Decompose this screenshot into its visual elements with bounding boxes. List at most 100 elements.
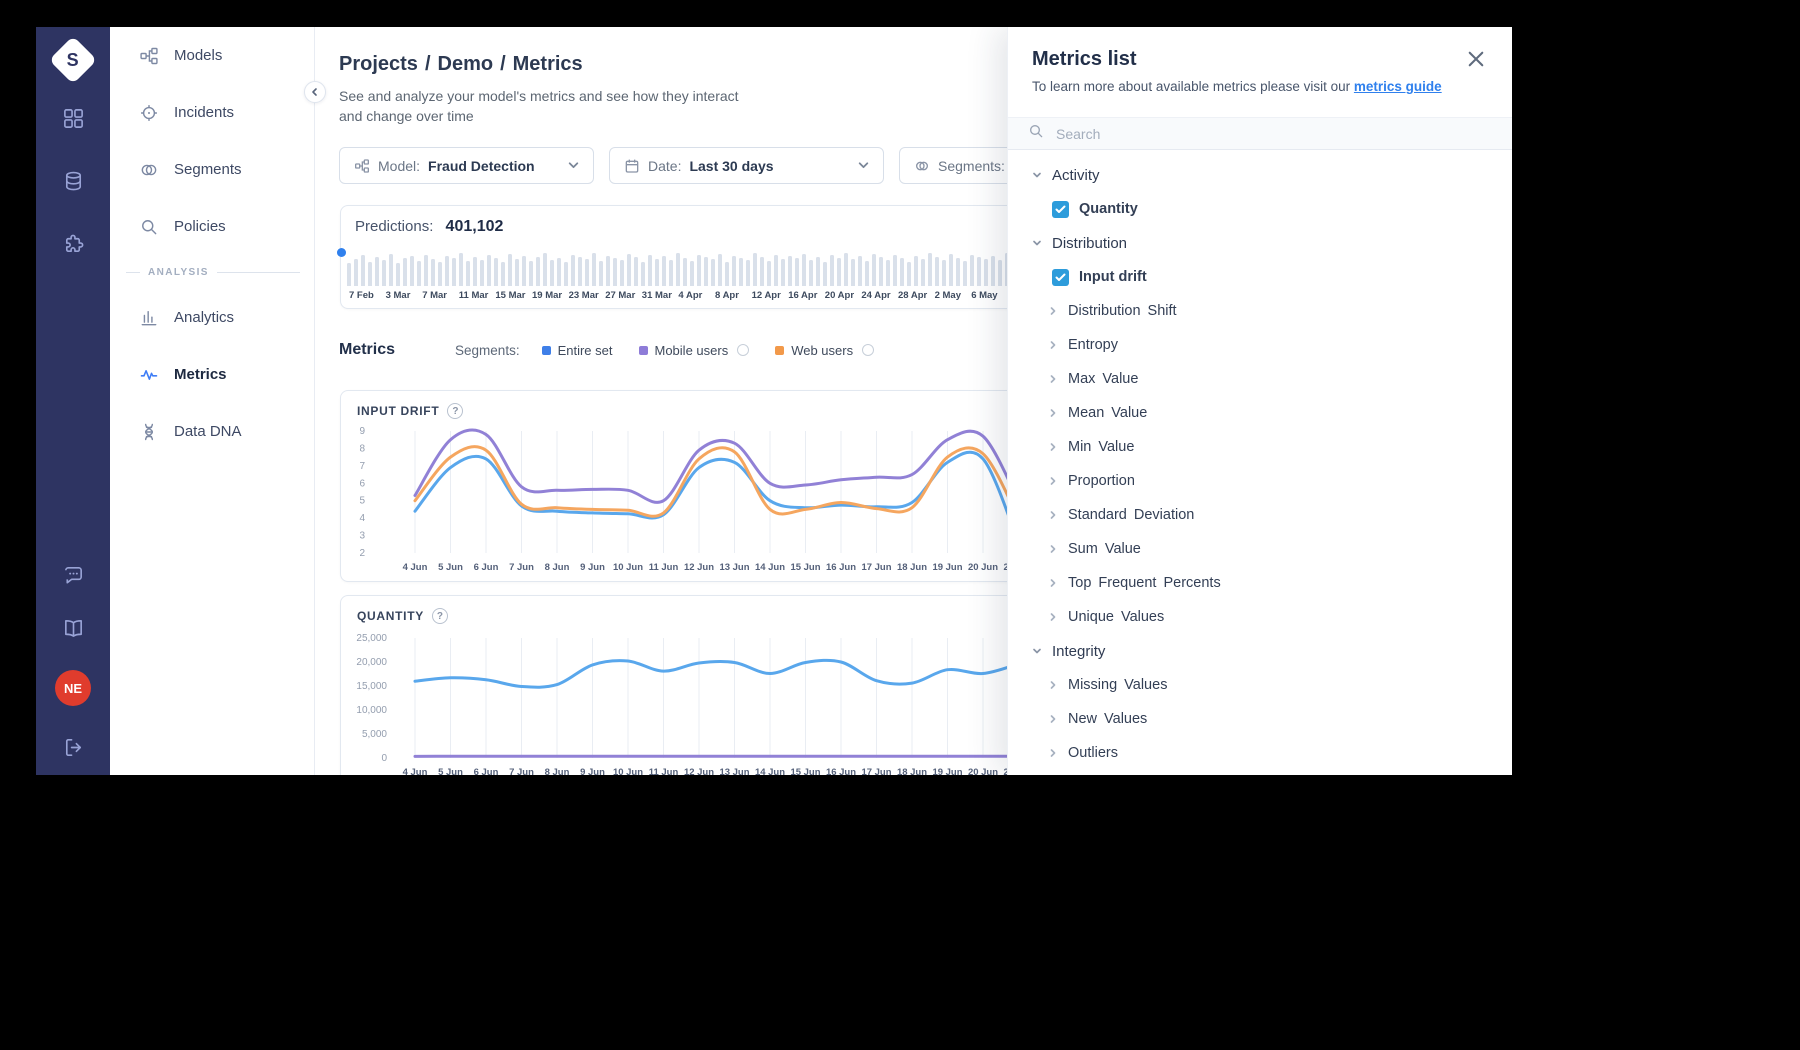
metric-item-input-drift[interactable]: Input drift (1008, 260, 1512, 294)
prediction-bar (389, 254, 393, 286)
chevron-down-icon (1033, 172, 1041, 178)
close-icon[interactable] (1464, 47, 1488, 71)
svg-text:4: 4 (359, 513, 365, 524)
legend-item-mobile-users[interactable]: Mobile users (638, 343, 750, 358)
metric-item-outliers[interactable]: Outliers (1008, 736, 1512, 770)
svg-text:15,000: 15,000 (356, 681, 387, 692)
help-icon[interactable] (431, 608, 448, 624)
metric-item-activity[interactable]: Activity (1008, 158, 1512, 192)
chevron-right-icon (1050, 715, 1056, 723)
model-icon (354, 158, 370, 174)
prediction-bar (522, 256, 526, 286)
dna-icon (138, 422, 160, 442)
sidebar-collapse-button[interactable] (304, 81, 326, 103)
metric-label: Outliers (1068, 745, 1118, 761)
metric-item-distribution[interactable]: Distribution (1008, 226, 1512, 260)
svg-text:12 Jun: 12 Jun (684, 767, 714, 775)
prediction-bar (578, 257, 582, 286)
puzzle-icon[interactable] (62, 233, 85, 256)
prediction-bar (606, 256, 610, 286)
breadcrumb-projects[interactable]: Projects (339, 53, 418, 75)
prediction-bar (697, 255, 701, 286)
metric-item-missing-values[interactable]: Missing Values (1008, 668, 1512, 702)
date-tick-label: 27 Mar (605, 290, 636, 301)
segment-ring-icon[interactable] (737, 344, 750, 356)
svg-text:9 Jun: 9 Jun (580, 562, 605, 573)
prediction-bar (403, 258, 407, 286)
prediction-bar (564, 262, 568, 286)
sidebar-item-data-dna[interactable]: Data DNA (110, 403, 314, 460)
prediction-bar (802, 254, 806, 286)
checkbox-checked[interactable] (1052, 268, 1069, 286)
prediction-bar (347, 263, 351, 286)
sidebar-item-analytics[interactable]: Analytics (110, 289, 314, 346)
prediction-bar (872, 254, 876, 286)
date-filter-dropdown[interactable]: Date: Last 30 days (609, 147, 884, 184)
metric-item-unique-values[interactable]: Unique Values (1008, 600, 1512, 634)
prediction-bar (508, 254, 512, 286)
metric-item-mean-value[interactable]: Mean Value (1008, 396, 1512, 430)
svg-text:10,000: 10,000 (356, 705, 387, 716)
svg-text:16 Jun: 16 Jun (826, 562, 856, 573)
prediction-bar (739, 258, 743, 286)
sidebar-item-segments[interactable]: Segments (110, 141, 314, 198)
app-logo[interactable]: S (48, 35, 98, 85)
prediction-bar (970, 255, 974, 286)
breadcrumb-metrics[interactable]: Metrics (513, 53, 583, 75)
metric-item-standard-deviation[interactable]: Standard Deviation (1008, 498, 1512, 532)
grid-icon[interactable] (62, 107, 85, 130)
metric-item-sum-value[interactable]: Sum Value (1008, 532, 1512, 566)
metric-label: Min Value (1068, 439, 1135, 455)
legend-item-web-users[interactable]: Web users (775, 343, 875, 358)
prediction-bar (473, 257, 477, 286)
metric-item-distribution-shift[interactable]: Distribution Shift (1008, 294, 1512, 328)
rail-bottom-icons: NE (55, 564, 91, 759)
svg-text:10 Jun: 10 Jun (613, 562, 643, 573)
sidebar-item-policies[interactable]: Policies (110, 198, 314, 255)
breadcrumb-demo[interactable]: Demo (438, 53, 494, 75)
metric-item-quantity[interactable]: Quantity (1008, 192, 1512, 226)
svg-text:25,000: 25,000 (356, 633, 387, 644)
svg-text:17 Jun: 17 Jun (861, 562, 891, 573)
search-input[interactable] (1054, 124, 1492, 143)
database-icon[interactable] (62, 170, 85, 193)
sidebar-item-metrics[interactable]: Metrics (110, 346, 314, 403)
segments-icon (914, 158, 930, 174)
user-avatar[interactable]: NE (55, 670, 91, 706)
prediction-bar (760, 257, 764, 286)
metric-item-entropy[interactable]: Entropy (1008, 328, 1512, 362)
logout-icon[interactable] (62, 736, 85, 759)
checkbox-checked[interactable] (1052, 200, 1069, 218)
metrics-icon (138, 365, 160, 385)
metrics-guide-link[interactable]: metrics guide (1354, 79, 1442, 94)
prediction-bar (641, 262, 645, 286)
segment-ring-icon[interactable] (862, 344, 875, 356)
prediction-bar (718, 254, 722, 286)
model-filter-dropdown[interactable]: Model: Fraud Detection (339, 147, 594, 184)
date-tick-label: 7 Mar (422, 290, 448, 301)
svg-text:18 Jun: 18 Jun (897, 767, 927, 775)
svg-text:14 Jun: 14 Jun (755, 767, 785, 775)
metric-item-proportion[interactable]: Proportion (1008, 464, 1512, 498)
sidebar-item-models[interactable]: Models (110, 27, 314, 84)
help-icon[interactable] (447, 403, 464, 419)
range-handle[interactable] (336, 248, 346, 257)
metric-item-new-values[interactable]: New Values (1008, 702, 1512, 736)
prediction-bar (592, 253, 596, 286)
prediction-bar (361, 255, 365, 286)
metric-item-top-frequent-percents[interactable]: Top Frequent Percents (1008, 566, 1512, 600)
svg-text:9 Jun: 9 Jun (580, 767, 605, 775)
prediction-bar (991, 256, 995, 286)
legend-item-entire-set[interactable]: Entire set (541, 343, 613, 358)
metric-item-min-value[interactable]: Min Value (1008, 430, 1512, 464)
sidebar-item-incidents[interactable]: Incidents (110, 84, 314, 141)
metric-item-max-value[interactable]: Max Value (1008, 362, 1512, 396)
legend-swatch (775, 345, 785, 355)
docs-icon[interactable] (62, 617, 85, 640)
prediction-bar (550, 260, 554, 286)
metric-item-integrity[interactable]: Integrity (1008, 634, 1512, 668)
svg-text:9: 9 (359, 426, 365, 437)
chat-icon[interactable] (62, 564, 85, 587)
chart-title: QUANTITY (357, 609, 424, 623)
sidebar-item-label: Metrics (174, 366, 227, 383)
